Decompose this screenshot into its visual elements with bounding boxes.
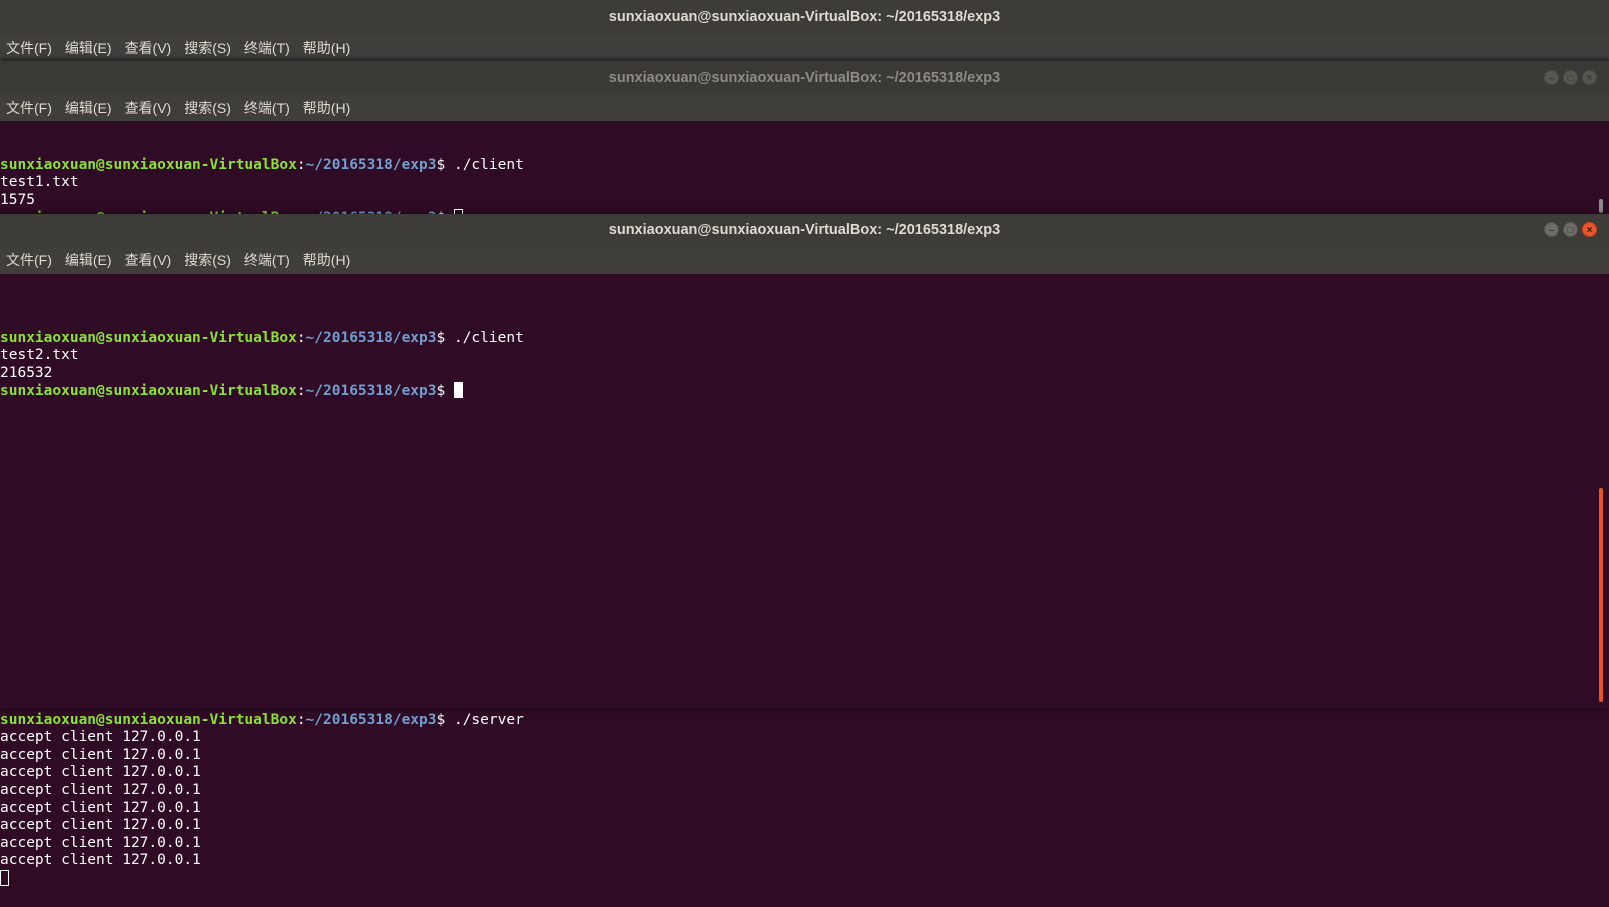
prompt-path: ~/20165318/exp3 xyxy=(305,383,437,400)
menu-file[interactable]: 文件(F) xyxy=(6,246,52,274)
menu-file[interactable]: 文件(F) xyxy=(6,95,52,121)
client1-menubar: 文件(F) 编辑(E) 查看(V) 搜索(S) 终端(T) 帮助(H) xyxy=(0,95,1609,121)
menu-terminal[interactable]: 终端(T) xyxy=(244,246,290,274)
prompt-path: ~/20165318/exp3 xyxy=(305,329,437,346)
prompt-path: ~/20165318/exp3 xyxy=(305,711,437,728)
window-title: sunxiaoxuan@sunxiaoxuan-VirtualBox: ~/20… xyxy=(608,222,1001,238)
prompt-user-host: sunxiaoxuan@sunxiaoxuan-VirtualBox xyxy=(0,156,297,173)
close-icon[interactable]: × xyxy=(1582,70,1597,85)
output-line: accept client 127.0.0.1 xyxy=(0,781,201,798)
window-title: sunxiaoxuan@sunxiaoxuan-VirtualBox: ~/20… xyxy=(608,70,1001,86)
menu-edit[interactable]: 编辑(E) xyxy=(65,95,112,121)
close-icon[interactable]: × xyxy=(1582,222,1597,237)
prompt-dollar: $ xyxy=(436,156,454,173)
prompt-path: ~/20165318/exp3 xyxy=(305,156,437,173)
server-menubar: 文件(F) 编辑(E) 查看(V) 搜索(S) 终端(T) 帮助(H) xyxy=(0,35,1609,61)
client2-scrollbar[interactable] xyxy=(1599,488,1603,702)
output-line: accept client 127.0.0.1 xyxy=(0,799,201,816)
output-line: accept client 127.0.0.1 xyxy=(0,817,201,834)
client2-menubar: 文件(F) 编辑(E) 查看(V) 搜索(S) 终端(T) 帮助(H) xyxy=(0,246,1609,274)
output-line: accept client 127.0.0.1 xyxy=(0,834,201,851)
menu-terminal[interactable]: 终端(T) xyxy=(244,95,290,121)
prompt-line: sunxiaoxuan@sunxiaoxuan-VirtualBox:~/201… xyxy=(0,157,1609,175)
prompt-colon: : xyxy=(296,383,306,400)
menu-file[interactable]: 文件(F) xyxy=(6,35,52,61)
menu-view[interactable]: 查看(V) xyxy=(125,35,172,61)
menu-help[interactable]: 帮助(H) xyxy=(303,95,350,121)
prompt-colon: : xyxy=(296,711,306,728)
output-line: accept client 127.0.0.1 xyxy=(0,746,201,763)
menu-view[interactable]: 查看(V) xyxy=(125,246,172,274)
prompt-line: sunxiaoxuan@sunxiaoxuan-VirtualBox:~/201… xyxy=(0,382,1609,401)
prompt-dollar: $ xyxy=(436,711,454,728)
command-text: ./client xyxy=(453,329,524,346)
minimize-icon[interactable]: – xyxy=(1544,222,1559,237)
client2-window-titlebar[interactable]: sunxiaoxuan@sunxiaoxuan-VirtualBox: ~/20… xyxy=(0,214,1609,246)
client2-terminal-content[interactable]: sunxiaoxuan@sunxiaoxuan-VirtualBox:~/201… xyxy=(0,274,1609,436)
output-line: 1575 xyxy=(0,191,35,208)
prompt-user-host: sunxiaoxuan@sunxiaoxuan-VirtualBox xyxy=(0,329,297,346)
client1-window-titlebar[interactable]: sunxiaoxuan@sunxiaoxuan-VirtualBox: ~/20… xyxy=(0,61,1609,95)
prompt-user-host: sunxiaoxuan@sunxiaoxuan-VirtualBox xyxy=(0,711,297,728)
client1-terminal-window[interactable]: sunxiaoxuan@sunxiaoxuan-VirtualBox: ~/20… xyxy=(0,61,1609,214)
output-line: test2.txt xyxy=(0,347,79,364)
prompt-line: sunxiaoxuan@sunxiaoxuan-VirtualBox:~/201… xyxy=(0,712,524,730)
client1-scrollbar[interactable] xyxy=(1599,199,1603,213)
window-title: sunxiaoxuan@sunxiaoxuan-VirtualBox: ~/20… xyxy=(608,9,1001,25)
prompt-dollar: $ xyxy=(436,329,454,346)
prompt-line: sunxiaoxuan@sunxiaoxuan-VirtualBox:~/201… xyxy=(0,330,1609,348)
menu-help[interactable]: 帮助(H) xyxy=(303,246,350,274)
menu-terminal[interactable]: 终端(T) xyxy=(244,35,290,61)
prompt-colon: : xyxy=(296,329,306,346)
output-line: accept client 127.0.0.1 xyxy=(0,729,201,746)
menu-search[interactable]: 搜索(S) xyxy=(184,246,231,274)
desktop: sunxiaoxuan@sunxiaoxuan-VirtualBox: ~/20… xyxy=(0,0,1609,907)
cursor-line xyxy=(0,869,524,889)
menu-search[interactable]: 搜索(S) xyxy=(184,35,231,61)
menu-help[interactable]: 帮助(H) xyxy=(303,35,350,61)
client2-terminal-window[interactable]: sunxiaoxuan@sunxiaoxuan-VirtualBox: ~/20… xyxy=(0,214,1609,708)
client1-terminal-content[interactable]: sunxiaoxuan@sunxiaoxuan-VirtualBox:~/201… xyxy=(0,121,1609,214)
command-text: ./client xyxy=(453,156,524,173)
terminal-cursor xyxy=(453,382,463,399)
prompt-dollar: $ xyxy=(436,383,454,400)
window-controls: – □ × xyxy=(1544,222,1597,238)
prompt-colon: : xyxy=(296,156,306,173)
window-controls: – □ × xyxy=(1544,70,1597,86)
output-line: 216532 xyxy=(0,364,53,381)
maximize-icon[interactable]: □ xyxy=(1563,222,1578,237)
server-window-titlebar[interactable]: sunxiaoxuan@sunxiaoxuan-VirtualBox: ~/20… xyxy=(0,0,1609,35)
menu-edit[interactable]: 编辑(E) xyxy=(65,35,112,61)
minimize-icon[interactable]: – xyxy=(1544,70,1559,85)
output-line: accept client 127.0.0.1 xyxy=(0,764,201,781)
terminal-cursor xyxy=(0,869,9,886)
output-line: test1.txt xyxy=(0,174,79,191)
server-terminal-content[interactable]: sunxiaoxuan@sunxiaoxuan-VirtualBox:~/201… xyxy=(0,694,524,907)
command-text: ./server xyxy=(453,711,524,728)
output-line: accept client 127.0.0.1 xyxy=(0,852,201,869)
maximize-icon[interactable]: □ xyxy=(1563,70,1578,85)
menu-view[interactable]: 查看(V) xyxy=(125,95,172,121)
menu-search[interactable]: 搜索(S) xyxy=(184,95,231,121)
menu-edit[interactable]: 编辑(E) xyxy=(65,246,112,274)
prompt-user-host: sunxiaoxuan@sunxiaoxuan-VirtualBox xyxy=(0,383,297,400)
